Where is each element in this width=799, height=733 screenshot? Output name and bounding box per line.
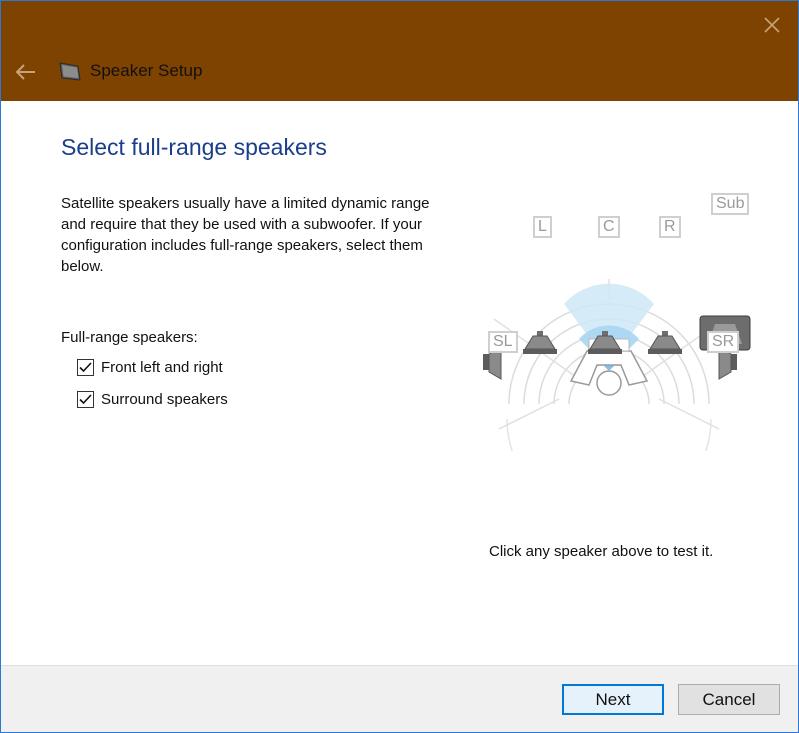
back-button[interactable] bbox=[9, 57, 41, 87]
right-speaker-icon[interactable] bbox=[648, 331, 682, 354]
surround-right-label[interactable]: SR bbox=[707, 331, 740, 353]
room-layout-graphic bbox=[483, 279, 751, 451]
title-bar: Speaker Setup bbox=[1, 1, 798, 101]
checkmark-icon bbox=[79, 362, 92, 373]
window-title: Speaker Setup bbox=[90, 61, 203, 80]
cancel-button[interactable]: Cancel bbox=[678, 684, 780, 715]
center-speaker-label[interactable]: C bbox=[598, 216, 620, 238]
test-speaker-hint: Click any speaker above to test it. bbox=[489, 543, 714, 560]
page-heading: Select full-range speakers bbox=[61, 134, 327, 160]
main-content: Select full-range speakers Satellite spe… bbox=[1, 101, 798, 665]
button-bar: Next Cancel bbox=[1, 665, 798, 732]
description-text: Satellite speakers usually have a limite… bbox=[61, 195, 430, 275]
front-left-right-option[interactable]: Front left and right bbox=[77, 359, 223, 376]
speaker-setup-icon bbox=[59, 62, 81, 81]
close-button[interactable] bbox=[752, 7, 792, 43]
surround-speakers-checkbox[interactable] bbox=[77, 391, 94, 408]
surround-speakers-option[interactable]: Surround speakers bbox=[77, 391, 228, 408]
full-range-group-label: Full-range speakers: bbox=[61, 329, 198, 346]
subwoofer-label[interactable]: Sub bbox=[711, 193, 750, 215]
right-speaker-label[interactable]: R bbox=[659, 216, 681, 238]
speaker-diagram: L C R Sub SL SR bbox=[479, 189, 775, 451]
back-arrow-icon bbox=[15, 64, 35, 80]
speaker-setup-window: Speaker Setup Select full-range speakers… bbox=[0, 0, 799, 733]
surround-left-label[interactable]: SL bbox=[488, 331, 518, 353]
front-left-right-label: Front left and right bbox=[101, 359, 223, 376]
checkmark-icon bbox=[79, 394, 92, 405]
front-left-right-checkbox[interactable] bbox=[77, 359, 94, 376]
next-button[interactable]: Next bbox=[562, 684, 664, 715]
close-icon bbox=[764, 17, 780, 33]
left-speaker-label[interactable]: L bbox=[533, 216, 552, 238]
surround-speakers-label: Surround speakers bbox=[101, 391, 228, 408]
